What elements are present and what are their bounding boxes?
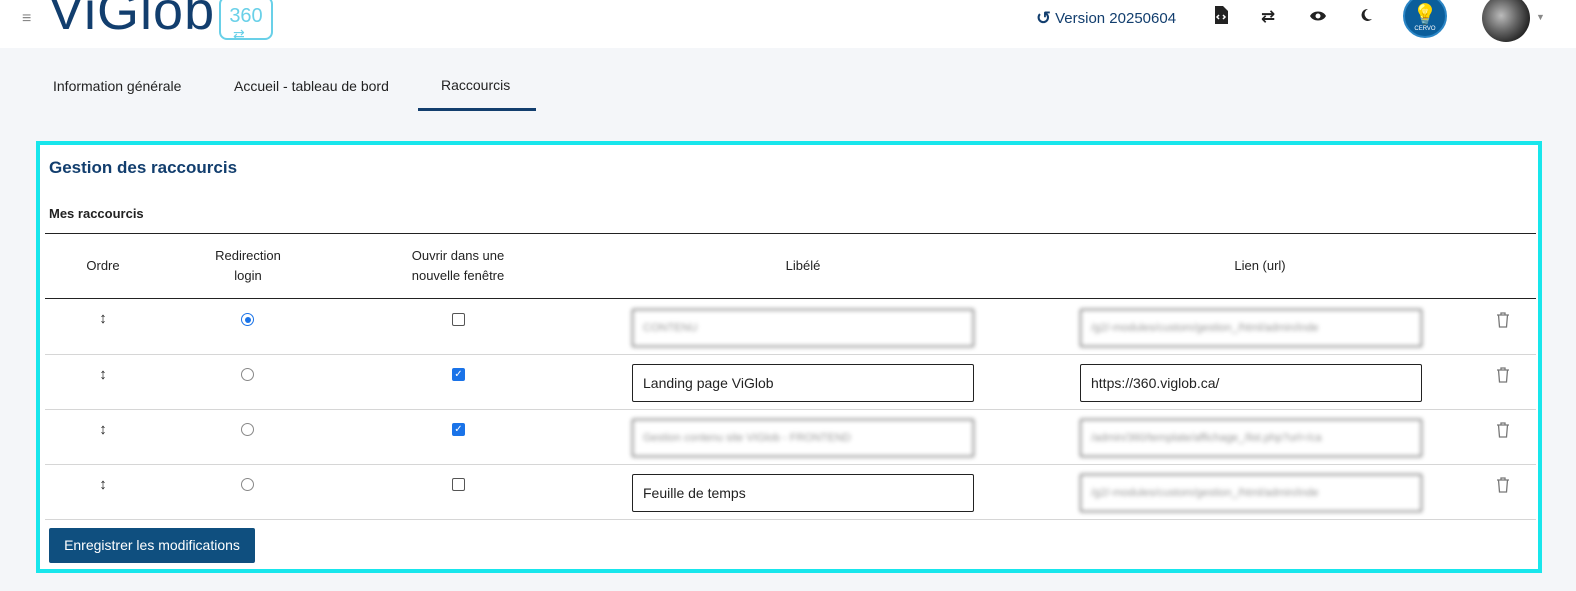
new-window-checkbox[interactable] bbox=[452, 478, 465, 491]
logo-text[interactable]: ViGlob bbox=[48, 0, 215, 38]
panel-title: Gestion des raccourcis bbox=[49, 158, 238, 177]
version-label: Version 20250604 bbox=[1055, 10, 1177, 27]
swap-arrows-icon: ⇄ bbox=[233, 26, 245, 42]
file-code-icon[interactable] bbox=[1210, 6, 1232, 28]
row-divider bbox=[45, 354, 1536, 355]
version-link[interactable]: ↺ Version 20250604 bbox=[1036, 8, 1176, 29]
history-icon: ↺ bbox=[1036, 8, 1052, 28]
tab-information-generale[interactable]: Information générale bbox=[53, 78, 181, 94]
new-window-checkbox[interactable]: ✓ bbox=[452, 368, 465, 381]
header-label: Libélé bbox=[785, 258, 821, 273]
header-newwin-line2: nouvelle fenêtre bbox=[411, 268, 505, 283]
drag-handle-icon[interactable]: ↕ bbox=[93, 310, 113, 327]
redirect-login-radio[interactable] bbox=[241, 368, 254, 381]
url-input[interactable]: /g2/-modules/custom/gestion_/html/admin/… bbox=[1080, 309, 1422, 347]
table-top-rule bbox=[45, 233, 1536, 234]
redirect-login-radio[interactable] bbox=[241, 423, 254, 436]
label-input[interactable]: Landing page ViGlob bbox=[632, 364, 974, 402]
header-redirect-login: Redirection login bbox=[188, 246, 308, 286]
header-newwin-line1: Ouvrir dans une bbox=[411, 248, 505, 263]
header-order: Ordre bbox=[86, 258, 120, 273]
top-bar: ≡ ViGlob 360 ⇄ ↺ Version 20250604 ⇄ 💡 CE… bbox=[0, 0, 1576, 48]
table-header-rule bbox=[45, 298, 1536, 299]
logo-badge: 360 bbox=[219, 0, 273, 40]
row-divider bbox=[45, 519, 1536, 520]
cervo-bulb-button[interactable]: 💡 CERVO bbox=[1403, 0, 1447, 38]
header-redirect-line2: login bbox=[234, 268, 262, 283]
eye-icon[interactable] bbox=[1307, 6, 1329, 28]
label-input[interactable]: Gestion contenu site VIGlob - FRONTEND bbox=[632, 419, 974, 457]
drag-handle-icon[interactable]: ↕ bbox=[93, 476, 113, 493]
header-link: Lien (url) bbox=[1234, 258, 1286, 273]
save-button[interactable]: Enregistrer les modifications bbox=[49, 528, 255, 563]
swap-icon[interactable]: ⇄ bbox=[1257, 6, 1279, 28]
trash-icon[interactable] bbox=[1496, 312, 1512, 330]
row-divider bbox=[45, 464, 1536, 465]
moon-icon[interactable] bbox=[1355, 6, 1377, 28]
active-tab-indicator bbox=[418, 108, 536, 111]
drag-handle-icon[interactable]: ↕ bbox=[93, 421, 113, 438]
hamburger-icon[interactable]: ≡ bbox=[22, 10, 31, 28]
redirect-login-radio[interactable] bbox=[241, 478, 254, 491]
drag-handle-icon[interactable]: ↕ bbox=[93, 366, 113, 383]
row-divider bbox=[45, 409, 1536, 410]
avatar[interactable] bbox=[1482, 0, 1530, 42]
label-input[interactable]: CONTENU bbox=[632, 309, 974, 347]
lightbulb-icon: 💡 bbox=[1412, 4, 1438, 26]
tab-accueil-tableau-de-bord[interactable]: Accueil - tableau de bord bbox=[234, 78, 389, 94]
cervo-label: CERVO bbox=[1414, 26, 1436, 32]
chevron-down-icon[interactable]: ▼ bbox=[1536, 12, 1545, 22]
trash-icon[interactable] bbox=[1496, 477, 1512, 495]
header-new-window: Ouvrir dans une nouvelle fenêtre bbox=[388, 246, 528, 286]
url-input[interactable]: https://360.viglob.ca/ bbox=[1080, 364, 1422, 402]
section-title: Mes raccourcis bbox=[49, 206, 144, 221]
trash-icon[interactable] bbox=[1496, 367, 1512, 385]
tab-raccourcis[interactable]: Raccourcis bbox=[441, 77, 510, 93]
header-redirect-line1: Redirection bbox=[215, 248, 281, 263]
label-input[interactable]: Feuille de temps bbox=[632, 474, 974, 512]
new-window-checkbox[interactable] bbox=[452, 313, 465, 326]
url-input[interactable]: /g2/-modules/custom/gestion_/html/admin/… bbox=[1080, 474, 1422, 512]
new-window-checkbox[interactable]: ✓ bbox=[452, 423, 465, 436]
redirect-login-radio[interactable] bbox=[241, 313, 254, 326]
trash-icon[interactable] bbox=[1496, 422, 1512, 440]
url-input[interactable]: /admin/360/template/affichage_/list.php?… bbox=[1080, 419, 1422, 457]
